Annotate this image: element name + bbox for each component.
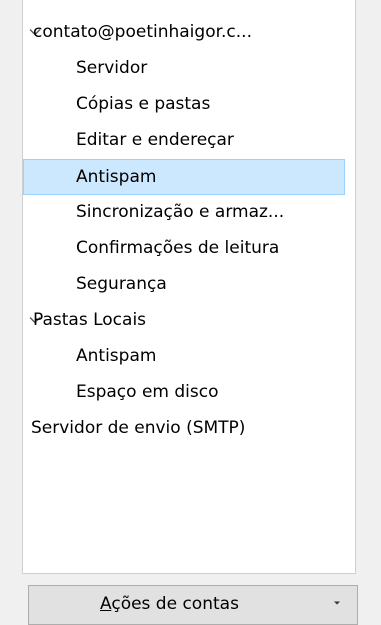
tree-item-label: Cópias e pastas bbox=[76, 94, 211, 114]
tree-item-sincronizacao[interactable]: Sincronização e armaz... bbox=[23, 195, 345, 231]
account-tree-panel[interactable]: contato@poetinhaigor.c... Servidor Cópia… bbox=[22, 0, 356, 574]
dropdown-arrow-icon bbox=[334, 601, 340, 605]
tree-item-seguranca[interactable]: Segurança bbox=[23, 267, 345, 303]
tree-item-local-antispam[interactable]: Antispam bbox=[23, 339, 345, 375]
tree-item-servidor[interactable]: Servidor bbox=[23, 51, 345, 87]
tree-item-servidor-de-envio[interactable]: Servidor de envio (SMTP) bbox=[23, 411, 345, 447]
tree-item-account[interactable]: contato@poetinhaigor.c... bbox=[23, 15, 345, 51]
tree-item-label: Servidor de envio (SMTP) bbox=[31, 418, 246, 438]
tree-item-label: Espaço em disco bbox=[76, 382, 219, 402]
tree-item-confirmacoes-de-leitura[interactable]: Confirmações de leitura bbox=[23, 231, 345, 267]
tree-item-label: Antispam bbox=[76, 346, 157, 366]
tree-item-label: contato@poetinhaigor.c... bbox=[33, 22, 252, 42]
account-actions-button[interactable]: Ações de contas bbox=[28, 585, 358, 625]
tree-item-espaco-em-disco[interactable]: Espaço em disco bbox=[23, 375, 345, 411]
tree-item-editar-e-enderecar[interactable]: Editar e endereçar bbox=[23, 123, 345, 159]
tree-item-antispam-selected[interactable]: Antispam bbox=[23, 159, 345, 195]
tree-item-label: Editar e endereçar bbox=[76, 130, 234, 150]
account-actions-label: Ações de contas bbox=[100, 594, 239, 614]
tree-item-copias-e-pastas[interactable]: Cópias e pastas bbox=[23, 87, 345, 123]
vertical-scrollbar[interactable] bbox=[355, 0, 356, 573]
tree-item-label: Confirmações de leitura bbox=[76, 238, 280, 258]
tree-item-label: Sincronização e armaz... bbox=[76, 202, 285, 222]
tree-item-label: Servidor bbox=[76, 58, 148, 78]
tree-item-label: Segurança bbox=[76, 274, 167, 294]
tree-item-label: Pastas Locais bbox=[33, 310, 147, 330]
tree-item-pastas-locais[interactable]: Pastas Locais bbox=[23, 303, 345, 339]
tree-item-label: Antispam bbox=[76, 167, 157, 187]
